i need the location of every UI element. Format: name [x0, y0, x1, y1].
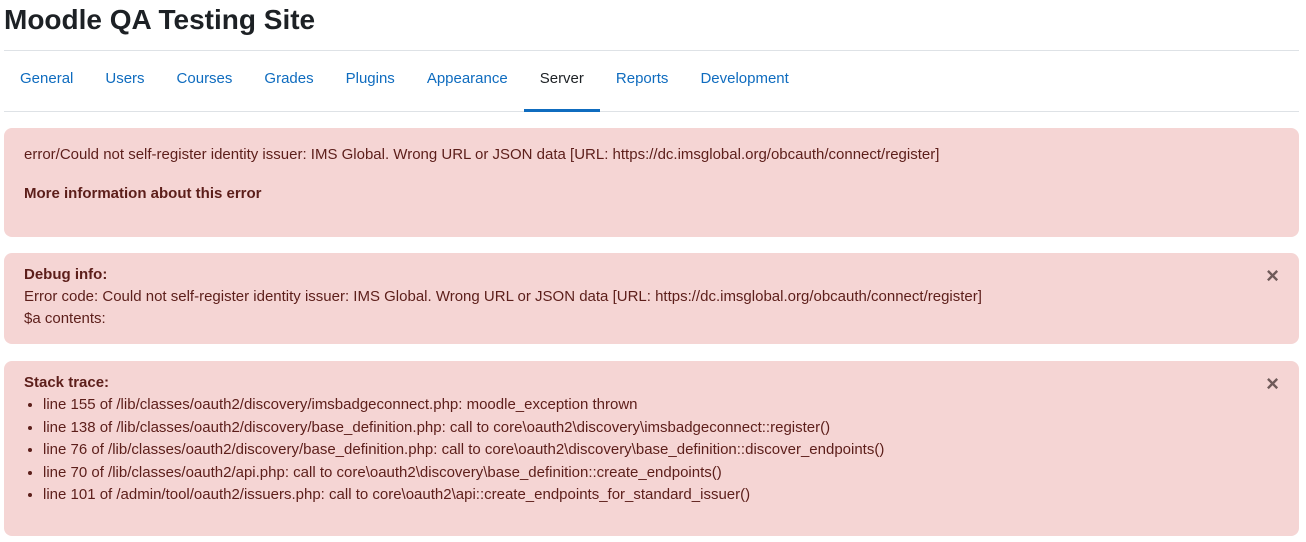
stack-trace-list: line 155 of /lib/classes/oauth2/discover…: [24, 394, 1279, 507]
tab-development[interactable]: Development: [684, 51, 804, 111]
more-info-link[interactable]: More information about this error: [24, 183, 1279, 205]
site-title: Moodle QA Testing Site: [4, 4, 316, 35]
close-icon[interactable]: ×: [1266, 265, 1279, 287]
tab-plugins[interactable]: Plugins: [330, 51, 411, 111]
error-message: error/Could not self-register identity i…: [24, 146, 940, 163]
debug-a-contents: $a contents:: [24, 310, 106, 327]
stack-trace-line: line 101 of /admin/tool/oauth2/issuers.p…: [43, 484, 1279, 507]
stack-trace-line: line 76 of /lib/classes/oauth2/discovery…: [43, 439, 1279, 462]
stack-trace-line: line 70 of /lib/classes/oauth2/api.php: …: [43, 462, 1279, 485]
close-icon[interactable]: ×: [1266, 373, 1279, 395]
stack-trace-line: line 155 of /lib/classes/oauth2/discover…: [43, 394, 1279, 417]
tab-general[interactable]: General: [4, 51, 89, 111]
stack-trace-alert: Stack trace: line 155 of /lib/classes/oa…: [4, 361, 1299, 536]
debug-error-code: Error code: Could not self-register iden…: [24, 288, 982, 305]
error-alert: error/Could not self-register identity i…: [4, 128, 1299, 237]
stack-trace-line: line 138 of /lib/classes/oauth2/discover…: [43, 417, 1279, 440]
tab-reports[interactable]: Reports: [600, 51, 685, 111]
tab-appearance[interactable]: Appearance: [411, 51, 524, 111]
admin-nav-tabs: General Users Courses Grades Plugins App…: [4, 50, 1299, 112]
tab-server[interactable]: Server: [523, 51, 601, 112]
tab-users[interactable]: Users: [89, 51, 160, 111]
debug-info-alert: Debug info: Error code: Could not self-r…: [4, 253, 1299, 344]
debug-info-heading: Debug info:: [24, 266, 108, 283]
tab-grades[interactable]: Grades: [248, 51, 329, 111]
tab-courses[interactable]: Courses: [161, 51, 249, 111]
stack-trace-heading: Stack trace:: [24, 374, 110, 391]
